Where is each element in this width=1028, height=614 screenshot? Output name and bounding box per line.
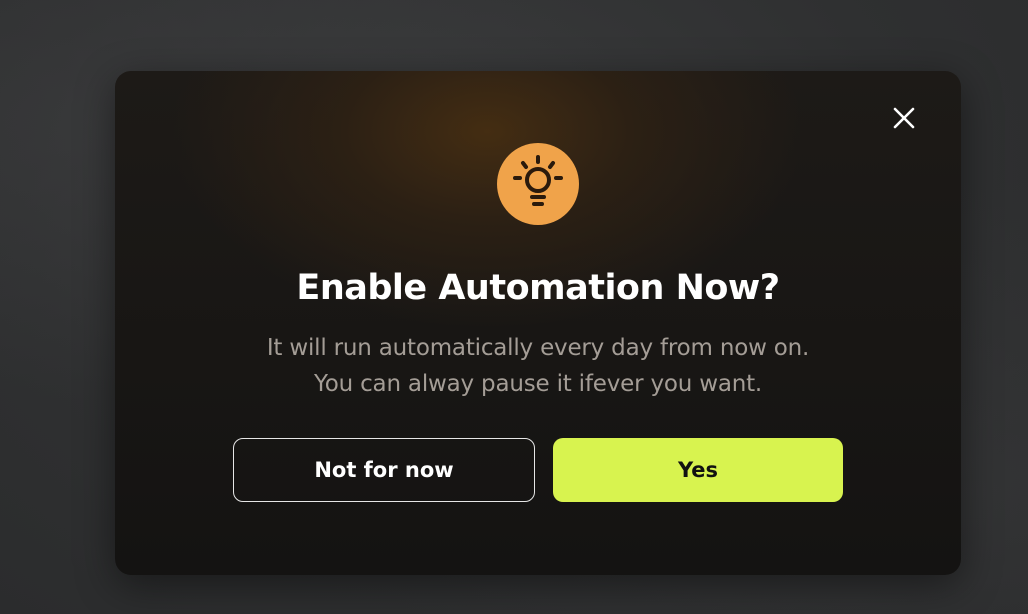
dialog-title: Enable Automation Now? (296, 268, 780, 308)
not-for-now-button[interactable]: Not for now (233, 438, 535, 502)
dialog-description: It will run automatically every day from… (115, 330, 961, 402)
description-line-2: You can alway pause it ifever you want. (313, 371, 763, 397)
lightbulb-icon (513, 155, 563, 206)
yes-button[interactable]: Yes (553, 438, 843, 502)
automation-dialog: Enable Automation Now? It will run autom… (115, 71, 961, 575)
description-line-1: It will run automatically every day from… (266, 335, 810, 361)
close-icon (893, 107, 915, 129)
lightbulb-badge (497, 143, 579, 225)
close-button[interactable] (891, 105, 917, 131)
